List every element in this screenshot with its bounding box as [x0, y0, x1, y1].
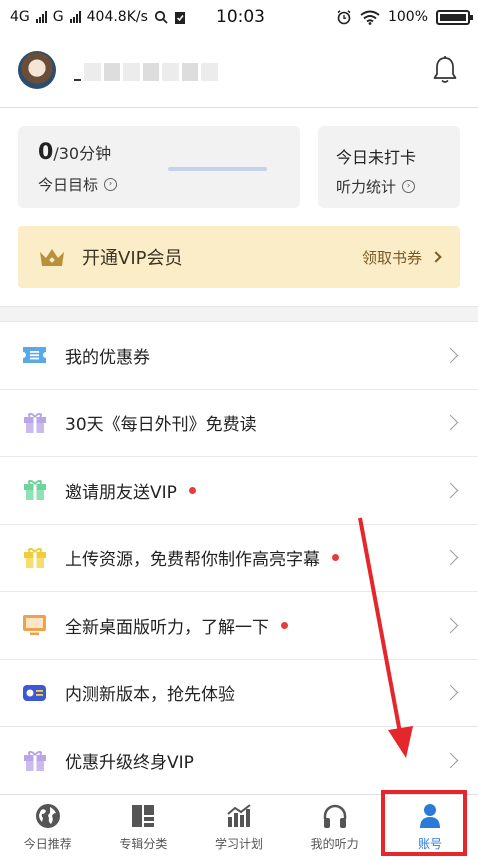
chevron-right-icon [442, 549, 459, 566]
goal-label: 今日目标 [38, 176, 99, 194]
tab-label: 学习计划 [214, 837, 263, 851]
list-item[interactable]: 我的优惠券 [0, 322, 478, 390]
tab-label: 我的听力 [310, 837, 359, 851]
tab-label: 今日推荐 [23, 837, 72, 851]
notification-dot [281, 621, 288, 629]
clipboard-icon [174, 11, 185, 24]
tab-today-recommend[interactable]: 今日推荐 [0, 795, 96, 860]
status-bar: 4G G 404.8K/s 10:03 100% [0, 0, 478, 34]
tab-album-category[interactable]: 专辑分类 [96, 795, 192, 860]
network-label-g: G [52, 9, 64, 25]
notification-dot [332, 554, 339, 562]
gift-icon [22, 750, 47, 772]
username[interactable]: _ [74, 59, 218, 81]
search-icon [154, 10, 168, 24]
battery-icon [436, 9, 473, 25]
gift-icon [22, 479, 47, 501]
list-item-label: 全新桌面版听力，了解一下 [65, 617, 269, 638]
network-speed: 404.8K/s [86, 9, 148, 25]
list-item-label: 我的优惠券 [65, 347, 150, 368]
gift-icon [22, 547, 47, 569]
globe-icon [35, 803, 61, 829]
alarm-icon [337, 10, 351, 25]
battery-percent: 100% [387, 9, 428, 25]
chevron-right-icon [442, 684, 459, 701]
list-item[interactable]: 优惠升级终身VIP [0, 727, 478, 795]
gift-icon [22, 412, 47, 434]
vip-banner[interactable]: 开通VIP会员 领取书券 [18, 226, 460, 288]
tab-study-plan[interactable]: 学习计划 [191, 795, 287, 860]
username-text: _ [74, 79, 82, 81]
list-item-label: 内测新版本，抢先体验 [65, 685, 235, 706]
profile-header: _ [18, 48, 460, 92]
today-goal-card[interactable]: 0/30分钟 今日目标 › [18, 126, 300, 208]
list-item-label: 邀请朋友送VIP [65, 482, 177, 503]
menu-list: 我的优惠券 30天《每日外刊》免费读 邀请朋友送VIP 上传资源，免费帮你制作高… [0, 322, 478, 795]
wifi-icon [360, 10, 380, 25]
grid-icon [130, 803, 156, 829]
list-item-label: 30天《每日外刊》免费读 [65, 415, 257, 436]
chart-icon [226, 803, 252, 829]
headphones-icon [322, 803, 348, 829]
list-item[interactable]: 全新桌面版听力，了解一下 [0, 592, 478, 660]
chevron-right-icon [442, 414, 459, 431]
annotation-highlight-box [381, 790, 467, 856]
listening-stats-card[interactable]: 今日未打卡 听力统计 › [318, 126, 460, 208]
chevron-right-icon [430, 251, 442, 263]
claim-voucher-link[interactable]: 领取书券 [361, 247, 442, 268]
monitor-icon [22, 614, 47, 636]
goal-target: /30分钟 [53, 144, 112, 163]
list-item-label: 优惠升级终身VIP [65, 753, 194, 774]
signal-icon [69, 11, 81, 23]
notification-dot [188, 486, 196, 494]
goal-label-row: 今日目标 › [38, 174, 118, 195]
vip-title: 开通VIP会员 [82, 248, 183, 269]
chevron-right-icon [442, 347, 459, 364]
clock: 10:03 [216, 7, 265, 27]
chevron-right-icon [442, 482, 459, 499]
chevron-right-circle-icon: › [402, 180, 416, 193]
list-item[interactable]: 上传资源，免费帮你制作高亮字幕 [0, 525, 478, 592]
list-item[interactable]: 30天《每日外刊》免费读 [0, 390, 478, 457]
radio-icon [22, 682, 47, 704]
coupon-icon [22, 344, 47, 366]
vip-cta-label: 领取书券 [361, 248, 422, 267]
chevron-right-circle-icon: › [104, 178, 118, 191]
stats-label: 听力统计 [336, 178, 397, 196]
bell-icon[interactable] [432, 55, 458, 85]
list-item-label: 上传资源，免费帮你制作高亮字幕 [65, 550, 320, 571]
tab-label: 专辑分类 [119, 837, 168, 851]
avatar[interactable] [18, 51, 56, 89]
tab-my-listening[interactable]: 我的听力 [287, 795, 383, 860]
section-gap [0, 306, 478, 322]
network-label-4g: 4G [10, 9, 30, 25]
list-item[interactable]: 内测新版本，抢先体验 [0, 660, 478, 727]
stats-label-row: 听力统计 › [336, 176, 416, 197]
header-divider [0, 107, 478, 108]
checkin-status: 今日未打卡 [336, 148, 417, 167]
chevron-right-icon [442, 752, 459, 769]
goal-current: 0 [38, 140, 54, 165]
crown-icon [40, 249, 64, 266]
signal-icon [35, 11, 47, 23]
goal-progress-bar [168, 167, 267, 171]
list-item[interactable]: 邀请朋友送VIP [0, 457, 478, 525]
chevron-right-icon [442, 617, 459, 634]
goal-value: 0/30分钟 [38, 140, 111, 165]
